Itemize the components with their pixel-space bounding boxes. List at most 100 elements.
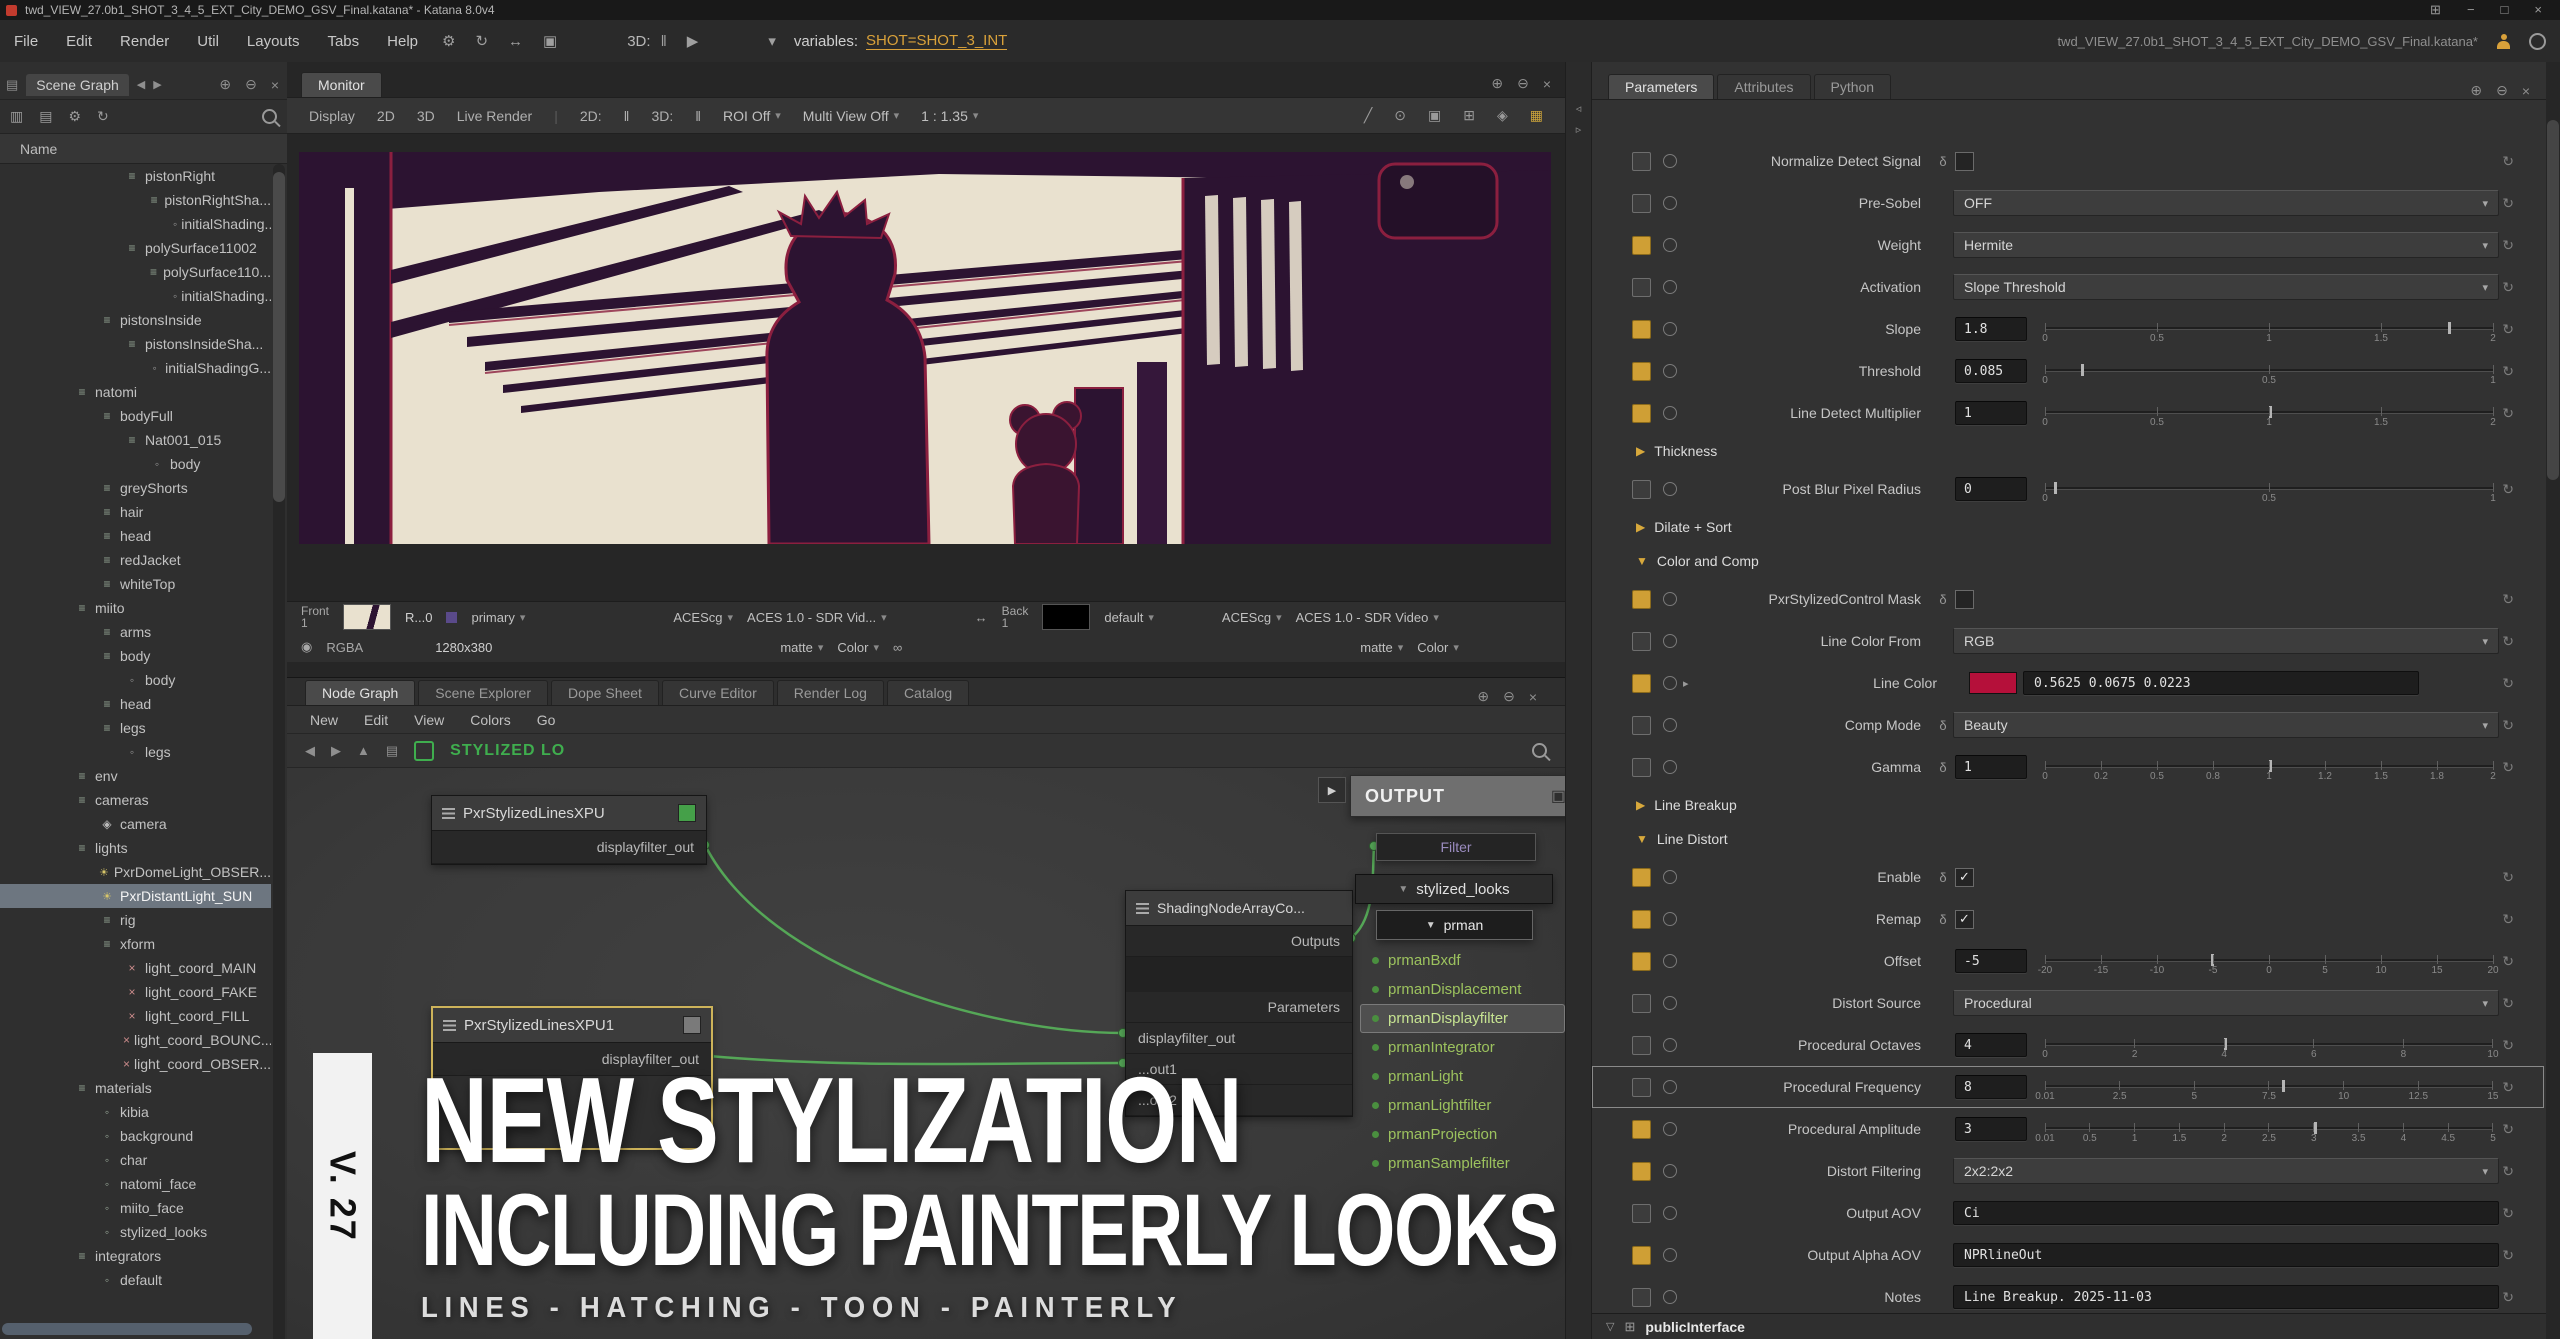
- tree-item[interactable]: miito: [0, 596, 271, 620]
- node-graph-tab[interactable]: Catalog: [887, 680, 969, 705]
- group-toggle-icon[interactable]: [1636, 444, 1645, 458]
- expression-icon[interactable]: δ: [1935, 154, 1951, 169]
- param-wrench-icon[interactable]: ↻: [2502, 591, 2514, 608]
- tree-item[interactable]: natomi: [0, 380, 271, 404]
- param-wrench-icon[interactable]: ↻: [2502, 953, 2514, 970]
- param-state-badge[interactable]: [1632, 910, 1651, 929]
- param-slider[interactable]: 0.01 2.5 5 7.5 10 12.5: [2045, 1069, 2493, 1105]
- prman-list-item[interactable]: prmanIntegrator: [1360, 1033, 1565, 1062]
- param-state-badge[interactable]: [1632, 152, 1651, 171]
- prman-list-item[interactable]: prmanDisplayfilter: [1360, 1004, 1565, 1033]
- parameter-row[interactable]: ▸ Dilate + Sort δ ✓ ▾: [1592, 510, 2544, 544]
- param-dropdown[interactable]: Procedural ▾: [1953, 990, 2499, 1016]
- param-wrench-icon[interactable]: ↻: [2502, 1079, 2514, 1096]
- param-wrench-icon[interactable]: ↻: [2502, 995, 2514, 1012]
- expression-icon[interactable]: δ: [1935, 760, 1951, 775]
- prman-list-item[interactable]: prmanLightfilter: [1360, 1091, 1565, 1120]
- tree-item[interactable]: env: [0, 764, 271, 788]
- param-text-field[interactable]: Line Breakup. 2025-11-03: [1953, 1285, 2499, 1309]
- param-slider[interactable]: 0 2 4 6 8 10: [2045, 1027, 2493, 1063]
- pane-split-icon[interactable]: ⊖: [245, 76, 257, 93]
- param-state-badge[interactable]: [1632, 1036, 1651, 1055]
- tree-item[interactable]: xform: [0, 932, 271, 956]
- window-control-button[interactable]: ⊞: [2430, 2, 2441, 18]
- parameter-row[interactable]: ▸ Gamma δ ✓ 1 1 1 ▾: [1592, 746, 2544, 788]
- param-wrench-icon[interactable]: ↻: [2502, 481, 2514, 498]
- node-graph-tab[interactable]: Scene Explorer: [418, 680, 548, 705]
- tree-item[interactable]: body: [0, 452, 271, 476]
- back-thumbnail[interactable]: [1042, 604, 1090, 630]
- view-3d-button[interactable]: 3D: [417, 108, 435, 124]
- pause-2d-icon[interactable]: ‖: [624, 108, 630, 124]
- tree-item[interactable]: body: [0, 644, 271, 668]
- param-visibility-icon[interactable]: [1663, 870, 1677, 884]
- param-wrench-icon[interactable]: ↻: [2502, 911, 2514, 928]
- parameter-row[interactable]: ▸ Offset δ ✓ -5 -5 -5 ▾: [1592, 940, 2544, 982]
- param-number-field[interactable]: 8: [1955, 1075, 2027, 1099]
- param-wrench-icon[interactable]: ↻: [2502, 675, 2514, 692]
- compare-icon[interactable]: ◈: [1497, 107, 1508, 124]
- tree-item[interactable]: stylized_looks: [0, 1220, 271, 1244]
- param-visibility-icon[interactable]: [1663, 364, 1677, 378]
- param-wrench-icon[interactable]: ↻: [2502, 717, 2514, 734]
- param-visibility-icon[interactable]: [1663, 912, 1677, 926]
- pause-icon[interactable]: ‖: [651, 33, 677, 50]
- parameter-row[interactable]: ▸ Normalize Detect Signal δ ✓ ▾: [1592, 140, 2544, 182]
- node-graph-tab[interactable]: Node Graph: [305, 680, 415, 705]
- expand-icon[interactable]: ⊞: [1463, 107, 1475, 124]
- param-number-field[interactable]: 0.085: [1955, 359, 2027, 383]
- pane-split-icon[interactable]: ⊖: [1503, 688, 1515, 705]
- group-toggle-icon[interactable]: [1636, 554, 1648, 568]
- tab-scene-graph[interactable]: Scene Graph: [26, 74, 129, 96]
- param-visibility-icon[interactable]: [1663, 1206, 1677, 1220]
- parameters-tab[interactable]: Python: [1814, 74, 1892, 99]
- status-ring-icon[interactable]: [2529, 33, 2546, 50]
- tree-item[interactable]: char: [0, 1148, 271, 1172]
- tree-item[interactable]: greyShorts: [0, 476, 271, 500]
- param-visibility-icon[interactable]: [1663, 1080, 1677, 1094]
- pane-split-icon[interactable]: ⊖: [1517, 75, 1529, 92]
- tree-item[interactable]: body: [0, 668, 271, 692]
- live-render-button[interactable]: Live Render: [457, 108, 533, 124]
- param-number-field[interactable]: 0: [1955, 477, 2027, 501]
- param-dropdown[interactable]: RGB ▾: [1953, 628, 2499, 654]
- param-visibility-icon[interactable]: [1663, 154, 1677, 168]
- parameters-tab[interactable]: Attributes: [1717, 74, 1810, 99]
- param-visibility-icon[interactable]: [1663, 406, 1677, 420]
- expand-tree-icon[interactable]: ▤: [39, 108, 52, 125]
- render-viewport[interactable]: [299, 152, 1551, 544]
- param-visibility-icon[interactable]: [1663, 238, 1677, 252]
- param-state-badge[interactable]: [1632, 868, 1651, 887]
- collapse-tree-icon[interactable]: ▥: [10, 108, 23, 125]
- tree-item[interactable]: light_coord_FAKE: [0, 980, 271, 1004]
- parameters-tab[interactable]: Parameters: [1608, 74, 1714, 99]
- node-pxrstylizedlinesxpu[interactable]: PxrStylizedLinesXPU displayfilter_out: [431, 795, 707, 865]
- tree-item[interactable]: pistonsInside: [0, 308, 271, 332]
- param-state-badge[interactable]: [1632, 404, 1651, 423]
- tree-item[interactable]: initialShading...: [0, 212, 271, 236]
- slate-icon[interactable]: ▣: [533, 32, 567, 50]
- tree-item[interactable]: hair: [0, 500, 271, 524]
- tree-item[interactable]: arms: [0, 620, 271, 644]
- front-channel-dropdown[interactable]: Color: [837, 640, 879, 655]
- param-wrench-icon[interactable]: ↻: [2502, 1121, 2514, 1138]
- param-dropdown[interactable]: Slope Threshold ▾: [1953, 274, 2499, 300]
- front-thumbnail[interactable]: [343, 604, 391, 630]
- param-wrench-icon[interactable]: ↻: [2502, 633, 2514, 650]
- param-slider[interactable]: 0.01 0.5 1 1.5 2 2.5: [2045, 1111, 2493, 1147]
- render-flag-icon[interactable]: [678, 804, 696, 822]
- nav-forward-icon[interactable]: ▶: [331, 743, 341, 759]
- pane-close-icon[interactable]: ×: [271, 77, 279, 93]
- param-dropdown[interactable]: Beauty ▾: [1953, 712, 2499, 738]
- tree-hscrollbar-thumb[interactable]: [2, 1323, 252, 1335]
- param-slider[interactable]: 0 0.5 1 1.5 2: [2045, 395, 2493, 431]
- pane-add-icon[interactable]: ⊕: [1491, 75, 1503, 92]
- prman-list-item[interactable]: prmanBxdf: [1360, 946, 1565, 975]
- param-slider[interactable]: 0 0.2 0.5 0.8 1 1.2: [2045, 749, 2493, 785]
- param-visibility-icon[interactable]: [1663, 280, 1677, 294]
- param-visibility-icon[interactable]: [1663, 1290, 1677, 1304]
- back-matte-dropdown[interactable]: matte: [1360, 640, 1403, 655]
- bookmark-icon[interactable]: [414, 741, 434, 761]
- parameter-row[interactable]: ▸ Distort Filtering δ ✓ 2x2:2x2 2x2:2x2 …: [1592, 1150, 2544, 1192]
- param-state-badge[interactable]: [1632, 320, 1651, 339]
